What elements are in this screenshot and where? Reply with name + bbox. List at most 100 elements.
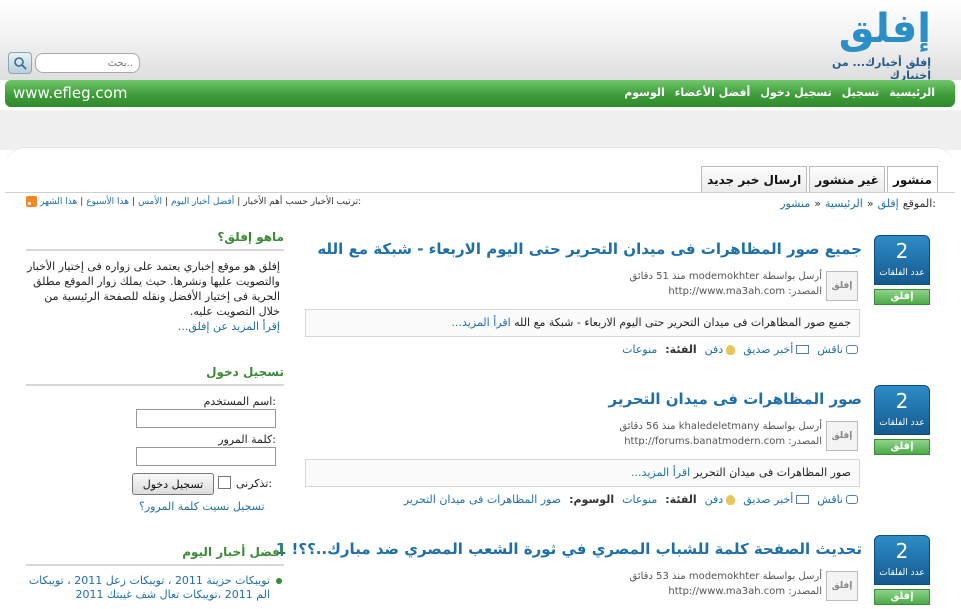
sort-week[interactable]: هذا الأسبوع (86, 197, 129, 207)
vote-box: 2 عدد الفلقات إفلق (874, 235, 930, 307)
nav-tags[interactable]: الوسوم (624, 86, 665, 99)
tab-submit-news[interactable]: ارسال خبر جديد (701, 166, 808, 192)
vote-button[interactable]: إفلق (874, 589, 930, 605)
category-label: الفئة: (665, 343, 697, 356)
news-item: 2 عدد الفلقات إفلق صور المظاهرات فى ميدا… (305, 385, 930, 515)
search-icon (14, 57, 27, 70)
read-more-link[interactable]: اقرأ المزيد... (631, 466, 690, 479)
bury-icon (726, 494, 736, 505)
site-logo[interactable]: إفلق إفلق أخبارك... من إختيارك (811, 4, 933, 82)
bury-label: دفن (704, 493, 724, 506)
vote-count: 2 (895, 239, 909, 263)
post-time: منذ 56 دقائق (619, 421, 676, 432)
remember-checkbox[interactable] (218, 476, 231, 489)
search-button[interactable] (8, 52, 32, 74)
breadcrumb-home[interactable]: الرئيسية (825, 197, 863, 210)
posted-by-label: أرسل بواسطة (762, 271, 822, 282)
author-link[interactable]: modemokhter (689, 271, 760, 282)
news-title[interactable]: تحديث الصفحة كلمة للشباب المصري في ثورة … (276, 540, 862, 558)
vote-button[interactable]: إفلق (874, 439, 930, 455)
news-excerpt: جميع صور المظاهرات فى ميدان التحرير حتى … (305, 309, 860, 337)
login-button[interactable]: تسجيل دخول (132, 473, 214, 495)
username-field[interactable] (136, 409, 276, 428)
category-link[interactable]: منوعات (622, 493, 657, 506)
main-navbar: www.efleg.com الرئيسية تسجيل تسجيل دخول … (5, 80, 955, 107)
bury-icon (726, 344, 736, 355)
sort-sep: | (165, 196, 169, 207)
post-time: منذ 53 دقائق (629, 571, 686, 582)
breadcrumb-sep: » (814, 197, 821, 210)
rss-icon[interactable] (26, 196, 37, 207)
sort-top[interactable]: أهم الأخبار (243, 197, 282, 207)
breadcrumb-site[interactable]: إفلق (878, 197, 899, 210)
search-input[interactable] (35, 53, 140, 73)
header-spacer (0, 110, 961, 150)
news-actions: ناقش أخبر صديق دفن الفئة: منوعات الوسوم:… (404, 493, 858, 506)
tell-friend-link[interactable]: أخبر صديق (743, 343, 810, 356)
discuss-link[interactable]: ناقش (817, 343, 858, 356)
read-more-link[interactable]: اقرأ المزيد... (452, 316, 511, 329)
source-url[interactable]: http://www.ma3ah.com (668, 286, 785, 297)
category-link[interactable]: منوعات (622, 343, 657, 356)
news-actions: ناقش أخبر صديق دفن الفئة: منوعات (622, 343, 858, 356)
logo-mark: إفلق (838, 6, 933, 52)
nav-login[interactable]: تسجيل دخول (760, 86, 831, 99)
avatar[interactable]: إفلق (826, 571, 858, 601)
posted-by-label: أرسل بواسطة (762, 421, 822, 432)
news-title[interactable]: جميع صور المظاهرات فى ميدان التحرير حتى … (317, 240, 862, 258)
register-forgot-links[interactable]: تسجيل نسيت كلمة المرور؟ (139, 500, 265, 513)
avatar[interactable]: إفلق (826, 421, 858, 451)
envelope-icon (796, 495, 810, 504)
password-field[interactable] (136, 447, 276, 466)
author-link[interactable]: modemokhter (689, 571, 760, 582)
source-url[interactable]: http://forums.banatmodern.com (624, 436, 785, 447)
username-label: اسم المستخدم: (203, 395, 276, 408)
about-more-link[interactable]: إقرأ المزيد عن إفلق... (26, 319, 284, 333)
post-time: منذ 51 دقائق (629, 271, 686, 282)
tell-friend-label: أخبر صديق (743, 493, 794, 506)
discuss-label: ناقش (817, 493, 843, 506)
sort-yesterday[interactable]: الأمس (138, 197, 162, 207)
news-title[interactable]: صور المظاهرات فى ميدان التحرير (609, 390, 862, 408)
author-link[interactable]: khaledeletmany (679, 421, 760, 432)
login-title: تسجيل دخول (26, 365, 284, 386)
nav-top-members[interactable]: أفضل الأعضاء (675, 86, 751, 99)
password-label: كلمة المرور: (218, 433, 276, 446)
list-item[interactable]: تويبكات حزينة 2011 ، تويبكات زعل 2011 ، … (26, 574, 284, 602)
breadcrumb-current[interactable]: منشور (780, 197, 810, 210)
news-item: 2 عدد الفلقات إفلق جميع صور المظاهرات فى… (305, 235, 930, 365)
vote-count-label: عدد الفلقات (879, 568, 925, 578)
bullet-icon (276, 578, 282, 584)
vote-button[interactable]: إفلق (874, 289, 930, 305)
vote-box: 2 عدد الفلقات إفلق (874, 535, 930, 607)
site-header: إفلق إفلق أخبارك... من إختيارك (0, 0, 961, 82)
nav-home[interactable]: الرئيسية (889, 86, 935, 99)
tell-friend-label: أخبر صديق (743, 343, 794, 356)
tag-link[interactable]: صور المظاهرات فى ميدان التحرير (404, 493, 561, 506)
source-label: المصدر: (788, 586, 822, 597)
site-url: www.efleg.com (13, 84, 128, 102)
tell-friend-link[interactable]: أخبر صديق (743, 493, 810, 506)
discuss-link[interactable]: ناقش (817, 493, 858, 506)
sort-month[interactable]: هذا الشهر (40, 197, 77, 207)
nav-register[interactable]: تسجيل (842, 86, 880, 99)
nav-links: الرئيسية تسجيل تسجيل دخول أفضل الأعضاء ا… (624, 86, 935, 99)
excerpt-text: جميع صور المظاهرات فى ميدان التحرير حتى … (514, 316, 851, 329)
source-url[interactable]: http://www.ma3ah.com (668, 586, 785, 597)
avatar[interactable]: إفلق (826, 271, 858, 301)
excerpt-text: صور المظاهرات فى ميدان التحرير (693, 466, 851, 479)
remember-label: تذكرنى: (236, 477, 273, 490)
bury-link[interactable]: دفن (705, 493, 736, 506)
vote-count-label: عدد الفلقات (879, 268, 925, 278)
sidebar-about: ماهو إفلق؟ إفلق هو موقع إخباري يعتمد على… (26, 230, 284, 333)
tab-published[interactable]: منشور (887, 166, 938, 193)
logo-tagline: إفلق أخبارك... من إختيارك (831, 56, 931, 82)
tab-unpublished[interactable]: غير منشور (809, 166, 886, 192)
vote-counter: 2 عدد الفلقات (874, 235, 930, 285)
sort-bar: ترتيب الأخبار حسب: أهم الأخبار | أفضل أخ… (26, 196, 361, 207)
bury-link[interactable]: دفن (705, 343, 736, 356)
news-tabs: منشور غير منشور ارسال خبر جديد (701, 166, 938, 193)
sort-today[interactable]: أفضل أخبار اليوم (171, 197, 234, 207)
source-label: المصدر: (788, 286, 822, 297)
breadcrumb: الموقع: إفلق » الرئيسية » منشور (780, 197, 936, 210)
